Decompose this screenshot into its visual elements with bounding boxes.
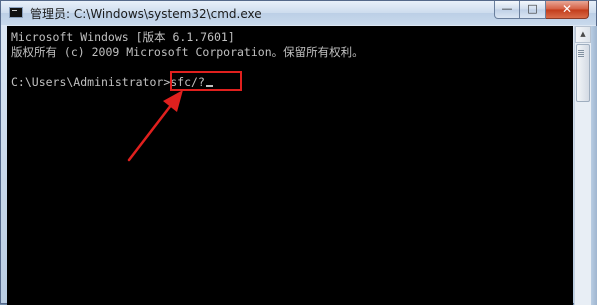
- console-line-copyright: 版权所有 (c) 2009 Microsoft Corporation。保留所有…: [11, 45, 364, 59]
- cmd-window: 管理员: C:\Windows\system32\cmd.exe — □ ✕ M…: [0, 0, 597, 305]
- console-output[interactable]: Microsoft Windows [版本 6.1.7601] 版权所有 (c)…: [7, 26, 573, 305]
- scroll-grip-icon: [578, 50, 584, 51]
- minimize-button[interactable]: —: [494, 1, 520, 19]
- vertical-scrollbar[interactable]: ▲: [574, 26, 591, 305]
- console-line-version: Microsoft Windows [版本 6.1.7601]: [11, 30, 235, 44]
- window-title: 管理员: C:\Windows\system32\cmd.exe: [30, 7, 262, 21]
- window-controls: — □ ✕: [494, 1, 589, 19]
- close-button[interactable]: ✕: [546, 1, 589, 19]
- title-bar[interactable]: 管理员: C:\Windows\system32\cmd.exe — □ ✕: [1, 1, 596, 25]
- scroll-up-button[interactable]: ▲: [575, 26, 591, 43]
- window-frame-right: [591, 26, 597, 305]
- maximize-button[interactable]: □: [520, 1, 546, 19]
- scroll-thumb[interactable]: [576, 44, 590, 102]
- red-arrow-annotation: [127, 90, 183, 162]
- cmd-icon[interactable]: [9, 7, 23, 18]
